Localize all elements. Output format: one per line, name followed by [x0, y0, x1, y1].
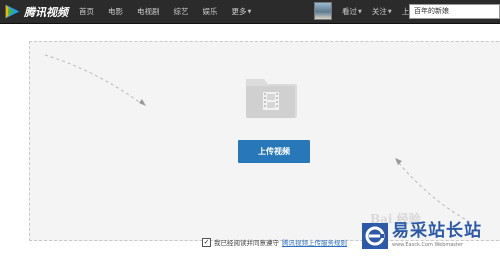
upload-video-button[interactable]: 上传视频 [238, 140, 310, 163]
nav-home[interactable]: 首页 [79, 6, 94, 17]
nav-variety[interactable]: 综艺 [174, 6, 189, 17]
brand-name: 腾讯视频 [24, 5, 68, 19]
user-avatar[interactable] [314, 2, 332, 20]
nav-tv[interactable]: 电视剧 [137, 6, 160, 17]
nav-follow[interactable]: 关注 ▼ [372, 6, 392, 17]
watermark-url: www.Easck.Com Webmaster [392, 242, 464, 248]
folder-film-icon [246, 79, 297, 118]
agreement-row: ✓ 我已经阅读并同意遵守 腾讯视频上传服务规则 [202, 236, 347, 248]
caret-down-icon: ▼ [247, 8, 252, 15]
brand-logo[interactable]: 腾讯视频 [4, 3, 68, 20]
agreement-rules-link[interactable]: 腾讯视频上传服务规则 [282, 237, 347, 247]
nav-watched[interactable]: 看过 ▼ [342, 6, 362, 17]
tencent-video-logo-icon [5, 4, 20, 19]
search-input[interactable]: 百年的新娘 [409, 4, 500, 19]
caret-down-icon: ▼ [387, 8, 392, 15]
nav-more[interactable]: 更多 ▼ [232, 6, 252, 17]
top-navigation-bar: 腾讯视频 首页 电影 电视剧 综艺 娱乐 更多 ▼ 看过 ▼ 关注 ▼ 上传 百… [0, 0, 500, 24]
watermark-site-name: 易采站长站 [392, 221, 482, 241]
nav-more-label: 更多 [231, 7, 247, 16]
watermark-text: 易采站长站 www.Easck.Com Webmaster [392, 220, 482, 248]
site-watermark: 易采站长站 www.Easck.Com Webmaster [362, 220, 500, 256]
main-nav: 首页 电影 电视剧 综艺 娱乐 更多 ▼ [79, 0, 251, 23]
nav-entertainment[interactable]: 娱乐 [203, 6, 218, 17]
agreement-text: 我已经阅读并同意遵守 [214, 239, 279, 247]
nav-follow-label: 关注 [371, 7, 387, 16]
easck-logo-icon [362, 223, 388, 249]
caret-down-icon: ▼ [358, 8, 362, 15]
nav-watched-label: 看过 [342, 7, 357, 16]
agreement-checkbox[interactable]: ✓ [202, 237, 211, 247]
user-nav: 看过 ▼ 关注 ▼ 上传 [342, 0, 417, 23]
nav-movies[interactable]: 电影 [108, 6, 123, 17]
